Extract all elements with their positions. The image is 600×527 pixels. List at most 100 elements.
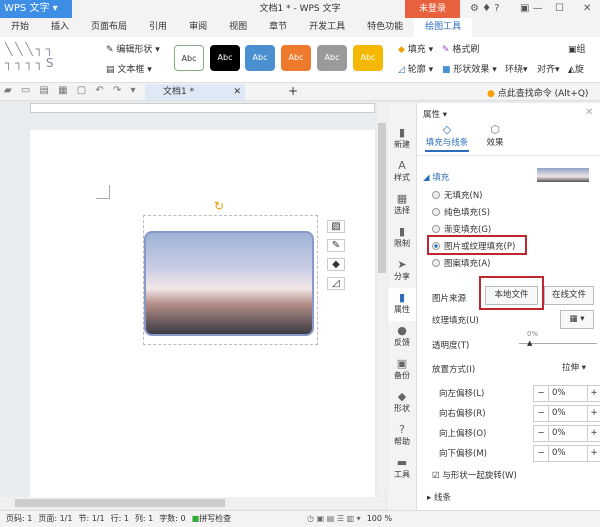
online-file-button[interactable]: 在线文件 <box>544 286 594 305</box>
group-button[interactable]: ▣组 <box>568 42 586 55</box>
placement-dropdown[interactable]: 拉伸 ▾ <box>562 361 586 373</box>
new-tab-button[interactable]: + <box>288 84 298 98</box>
command-search[interactable]: ● 点此查找命令 (Alt+Q) <box>487 86 588 99</box>
fill-button[interactable]: ◆ 填充 ▾ <box>398 42 433 55</box>
minimize-button[interactable]: ▣ — <box>520 0 543 18</box>
connector-shapes-gallery[interactable]: ╲╲╲┐┐ ┐┐┐┐S <box>5 42 95 76</box>
radio-solid-fill[interactable]: 纯色填充(S) <box>432 203 515 220</box>
plus-button[interactable]: + <box>588 406 600 421</box>
login-button[interactable]: 未登录 <box>405 0 460 18</box>
text-box-button[interactable]: ▤ 文本框 ▾ <box>106 62 152 75</box>
offset-right-stepper[interactable]: −0% + <box>533 404 600 422</box>
tab-view[interactable]: 视图 <box>218 18 258 37</box>
plus-button[interactable]: + <box>588 386 600 401</box>
side-restrict[interactable]: ▮ 限制 <box>388 222 416 255</box>
offset-value[interactable]: 0% <box>548 405 588 421</box>
offset-top-stepper[interactable]: −0% + <box>533 424 600 442</box>
zoom-level[interactable]: 100 % <box>367 511 392 527</box>
tab-references[interactable]: 引用 <box>138 18 178 37</box>
minus-button[interactable]: − <box>534 386 548 401</box>
tab-chapter[interactable]: 章节 <box>258 18 298 37</box>
skin-icon[interactable]: ⚙ ♦ ? <box>470 0 500 18</box>
offset-value[interactable]: 0% <box>548 385 588 401</box>
placement-label: 放置方式(I) <box>432 365 476 375</box>
close-tab-icon[interactable]: ✕ <box>233 84 241 100</box>
tab-start[interactable]: 开始 <box>0 18 40 37</box>
shape-style-5[interactable]: Abc <box>317 45 347 71</box>
edit-shape-button[interactable]: ✎ 编辑形状 ▾ <box>106 42 160 55</box>
side-properties[interactable]: ▮ 属性 <box>388 288 416 321</box>
close-panel-icon[interactable]: ✕ <box>585 107 593 118</box>
outline-button[interactable]: ◿ 轮廓 ▾ <box>398 62 433 75</box>
tab-label: 填充与线条 <box>425 138 469 148</box>
outline-icon[interactable]: ◿ <box>327 277 345 290</box>
tab-special[interactable]: 特色功能 <box>356 18 414 37</box>
document-tab[interactable]: 文档1 * ✕ <box>145 84 245 100</box>
side-select[interactable]: ▦ 选择 <box>388 189 416 222</box>
local-file-button[interactable]: 本地文件 <box>485 286 538 305</box>
fill-icon[interactable]: ◆ <box>327 258 345 271</box>
layout-options-icon[interactable]: ▨ <box>327 220 345 233</box>
offset-value[interactable]: 0% <box>548 425 588 441</box>
rotate-with-shape-checkbox[interactable]: ☑ 与形状一起旋转(W) <box>432 469 517 481</box>
wps-menu-button[interactable]: WPS 文字 ▾ <box>0 0 72 18</box>
vertical-scrollbar[interactable] <box>377 103 387 495</box>
horizontal-scrollbar[interactable] <box>0 497 385 509</box>
side-tools[interactable]: ▬ 工具 <box>388 453 416 486</box>
line-section-label: 线条 <box>433 493 451 503</box>
selected-shape[interactable]: ↻ <box>143 199 318 345</box>
fill-section-header[interactable]: ◢ 填充 <box>423 171 449 183</box>
view-mode-icons[interactable]: ◷ ▣ ▤ ☰ ▥ ▾ <box>307 511 361 527</box>
format-brush-button[interactable]: ✎ 格式刷 <box>442 42 479 55</box>
horizontal-ruler[interactable] <box>30 103 375 113</box>
quick-access-icons[interactable]: ▰ ▭ ▤ ▦ ▢ ↶ ↷ ▾ W <box>4 85 159 96</box>
rotate-button[interactable]: ◭旋 <box>568 62 584 75</box>
offset-left-stepper[interactable]: −0% + <box>533 384 600 402</box>
select-icon: ▦ <box>396 192 408 205</box>
plus-button[interactable]: + <box>588 446 600 461</box>
radio-icon <box>432 190 440 199</box>
tab-insert[interactable]: 插入 <box>40 18 80 37</box>
rotate-handle-icon[interactable]: ↻ <box>214 199 224 213</box>
maximize-button[interactable]: ☐ <box>555 0 564 18</box>
tab-developer[interactable]: 开发工具 <box>298 18 356 37</box>
radio-pattern-fill[interactable]: 图案填充(A) <box>432 254 515 271</box>
offset-value[interactable]: 0% <box>548 445 588 461</box>
side-new[interactable]: ▮ 新建 <box>388 123 416 156</box>
tab-drawing-tools[interactable]: 绘图工具 <box>414 18 473 37</box>
offset-bottom-stepper[interactable]: −0% + <box>533 444 600 462</box>
side-backup[interactable]: ▣ 备份 <box>388 354 416 387</box>
minus-button[interactable]: − <box>534 446 548 461</box>
spell-check[interactable]: ■拼写检查 <box>192 511 232 527</box>
tab-review[interactable]: 审阅 <box>178 18 218 37</box>
line-section-header[interactable]: ▸ 线条 <box>427 491 451 503</box>
close-button[interactable]: ✕ <box>583 0 591 18</box>
scroll-shape-picture-fill[interactable] <box>144 231 314 336</box>
side-share[interactable]: ➤ 分享 <box>388 255 416 288</box>
shape-style-4[interactable]: Abc <box>281 45 311 71</box>
texture-dropdown[interactable]: ▦ ▾ <box>560 310 594 329</box>
shape-style-3[interactable]: Abc <box>245 45 275 71</box>
tab-layout[interactable]: 页面布局 <box>80 18 138 37</box>
properties-panel: 属性 ▾ ✕ ◇ 填充与线条 ⬡ 效果 ◢ 填充 无填充(N) 纯色填充(S) 渐变… <box>416 103 600 510</box>
align-button[interactable]: 对齐▾ <box>537 62 560 75</box>
side-feedback[interactable]: ● 反馈 <box>388 321 416 354</box>
shape-effect-button[interactable]: ■ 形状效果 ▾ <box>442 62 497 75</box>
side-shape[interactable]: ◆ 形状 <box>388 387 416 420</box>
shape-style-2[interactable]: Abc <box>210 45 240 71</box>
wrap-button[interactable]: 环绕▾ <box>505 62 528 75</box>
side-help[interactable]: ? 帮助 <box>388 420 416 453</box>
plus-button[interactable]: + <box>588 426 600 441</box>
side-style[interactable]: A 样式 <box>388 156 416 189</box>
tab-effects[interactable]: ⬡ 效果 <box>479 123 511 148</box>
shape-style-6[interactable]: Abc <box>353 45 383 71</box>
shape-style-1[interactable]: Abc <box>174 45 204 71</box>
radio-no-fill[interactable]: 无填充(N) <box>432 186 515 203</box>
tab-fill-line[interactable]: ◇ 填充与线条 <box>425 123 469 152</box>
document-page[interactable]: ↻ ▨ ✎ ◆ ◿ <box>30 130 375 500</box>
minus-button[interactable]: − <box>534 426 548 441</box>
edit-shape-icon[interactable]: ✎ <box>327 239 345 252</box>
minus-button[interactable]: − <box>534 406 548 421</box>
panel-title[interactable]: 属性 ▾ <box>423 108 447 120</box>
slider-thumb[interactable]: ▲ <box>527 339 532 347</box>
